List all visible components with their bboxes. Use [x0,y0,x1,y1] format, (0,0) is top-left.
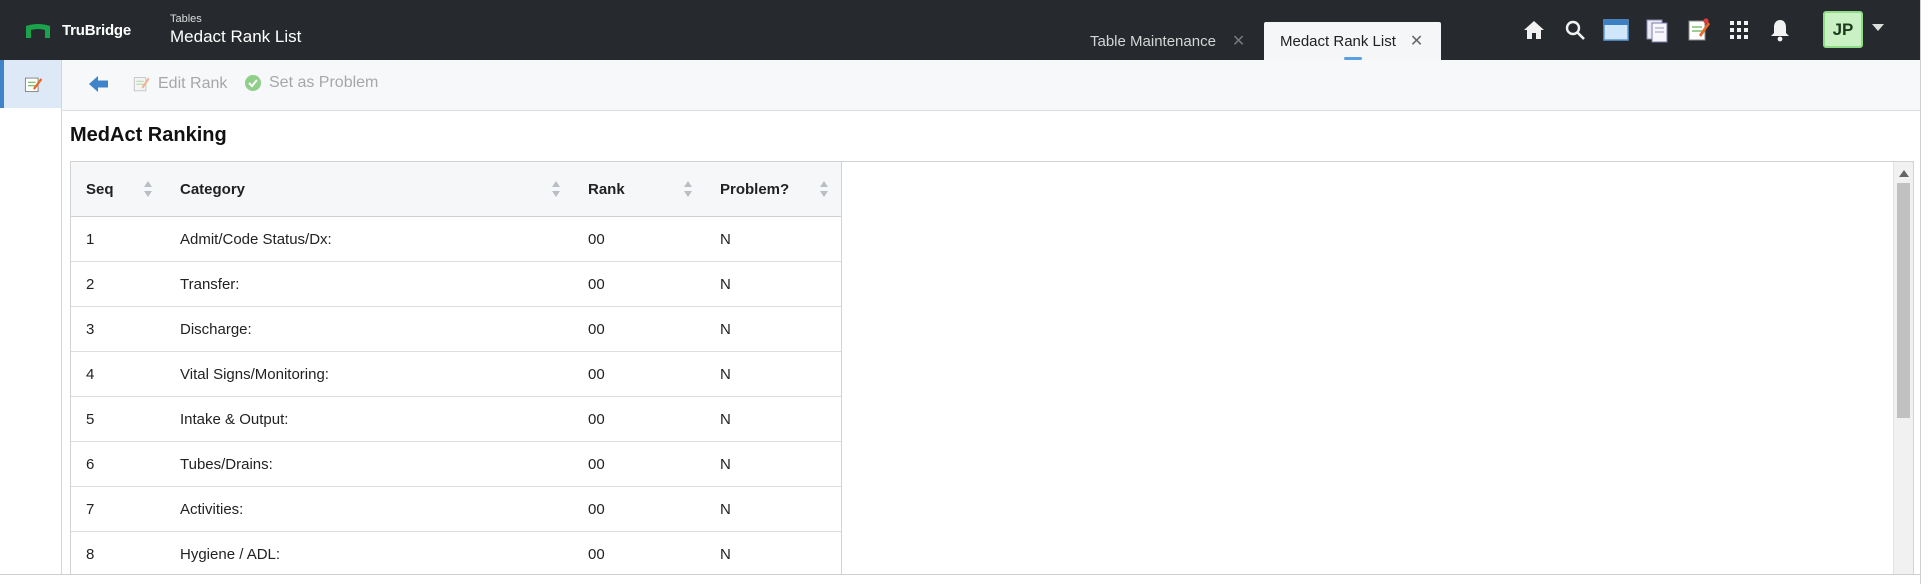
tab-table-maintenance[interactable]: Table Maintenance ✕ [1080,22,1250,60]
cell-seq: 6 [86,455,95,473]
rank-table: Seq Category Rank Problem? 1 Admit/Code … [71,162,842,577]
cell-seq: 4 [86,365,95,383]
cell-category: Vital Signs/Monitoring: [180,365,329,383]
chevron-down-icon[interactable] [1872,24,1884,31]
page-title: MedAct Ranking [70,124,227,146]
cell-seq: 8 [86,545,95,563]
cell-rank: 00 [588,545,605,563]
table-row[interactable]: 3 Discharge: 00 N [71,307,841,352]
window-icon[interactable] [1602,16,1630,44]
window-edge-bottom [0,574,1920,585]
cell-seq: 7 [86,500,95,518]
scroll-thumb[interactable] [1897,183,1910,418]
window-edge-right [1920,0,1930,584]
sort-icon[interactable] [143,180,153,198]
search-icon[interactable] [1561,16,1589,44]
cell-category: Hygiene / ADL: [180,545,281,563]
tab-label: Medact Rank List [1280,32,1396,50]
brand-logo[interactable]: TruBridge [26,22,131,39]
column-header-problem[interactable]: Problem? [705,162,841,216]
sort-icon[interactable] [683,180,693,198]
table-row[interactable]: 1 Admit/Code Status/Dx: 00 N [71,217,841,262]
top-bar: TruBridge Tables Medact Rank List Table … [0,0,1920,60]
top-icon-bar [1520,16,1807,44]
cell-problem: N [720,410,731,428]
column-header-label: Seq [86,180,114,198]
table-row[interactable]: 6 Tubes/Drains: 00 N [71,442,841,487]
table-row[interactable]: 4 Vital Signs/Monitoring: 00 N [71,352,841,397]
column-header-label: Rank [588,180,625,198]
sort-icon[interactable] [819,180,829,198]
apps-grid-icon[interactable] [1725,16,1753,44]
cell-rank: 00 [588,365,605,383]
table-header: Seq Category Rank Problem? [71,162,841,217]
cell-seq: 1 [86,230,95,248]
cell-problem: N [720,500,731,518]
edit-rank-label: Edit Rank [158,74,228,92]
cell-rank: 00 [588,455,605,473]
home-icon[interactable] [1520,16,1548,44]
cell-rank: 00 [588,275,605,293]
cell-category: Tubes/Drains: [180,455,273,473]
tab-label: Table Maintenance [1090,32,1216,50]
cell-problem: N [720,230,731,248]
cell-rank: 00 [588,320,605,338]
edit-note-icon [133,77,150,92]
app-title: Tables Medact Rank List [170,13,301,48]
notepad-icon[interactable] [1684,16,1712,44]
cell-category: Activities: [180,500,244,518]
close-icon[interactable]: ✕ [1232,31,1245,51]
toolbar: Edit Rank Set as Problem [62,60,1920,111]
table-row[interactable]: 8 Hygiene / ADL: 00 N [71,532,841,577]
sort-icon[interactable] [551,180,561,198]
set-as-problem-label: Set as Problem [269,74,379,91]
notepad-icon [24,77,42,93]
cell-seq: 5 [86,410,95,428]
back-arrow-icon[interactable] [88,74,110,94]
cell-rank: 00 [588,410,605,428]
close-icon[interactable]: ✕ [1410,31,1423,51]
tab-medact-rank-list[interactable]: Medact Rank List ✕ [1264,22,1441,60]
cell-problem: N [720,275,731,293]
column-header-label: Problem? [720,180,790,198]
column-header-seq[interactable]: Seq [71,162,165,216]
scroll-up-arrow-icon[interactable] [1899,170,1909,177]
brand-name: TruBridge [62,22,132,39]
table-row[interactable]: 2 Transfer: 00 N [71,262,841,307]
cell-problem: N [720,545,731,563]
trubridge-logo-icon [26,23,50,38]
bell-icon[interactable] [1766,16,1794,44]
column-header-category[interactable]: Category [165,162,573,216]
check-circle-icon [245,75,261,91]
cell-seq: 2 [86,275,95,293]
vertical-scrollbar[interactable] [1893,162,1913,584]
cell-category: Transfer: [180,275,240,293]
cell-rank: 00 [588,230,605,248]
cell-rank: 00 [588,500,605,518]
left-rail [0,60,62,584]
set-as-problem-button[interactable]: Set as Problem [244,74,378,92]
column-header-label: Category [180,180,246,198]
user-avatar[interactable]: JP [1823,11,1863,48]
rail-item-notes[interactable] [0,60,61,108]
grid-container: Seq Category Rank Problem? 1 Admit/Code … [70,161,1914,584]
cell-seq: 3 [86,320,95,338]
cell-problem: N [720,455,731,473]
app-main-title: Medact Rank List [170,27,302,46]
cell-category: Admit/Code Status/Dx: [180,230,332,248]
table-row[interactable]: 5 Intake & Output: 00 N [71,397,841,442]
column-header-rank[interactable]: Rank [573,162,705,216]
cell-problem: N [720,320,731,338]
cell-category: Discharge: [180,320,252,338]
app-subtitle: Tables [170,13,202,25]
documents-icon[interactable] [1643,16,1671,44]
cell-problem: N [720,365,731,383]
edit-rank-button[interactable]: Edit Rank [132,74,227,93]
cell-category: Intake & Output: [180,410,289,428]
table-row[interactable]: 7 Activities: 00 N [71,487,841,532]
